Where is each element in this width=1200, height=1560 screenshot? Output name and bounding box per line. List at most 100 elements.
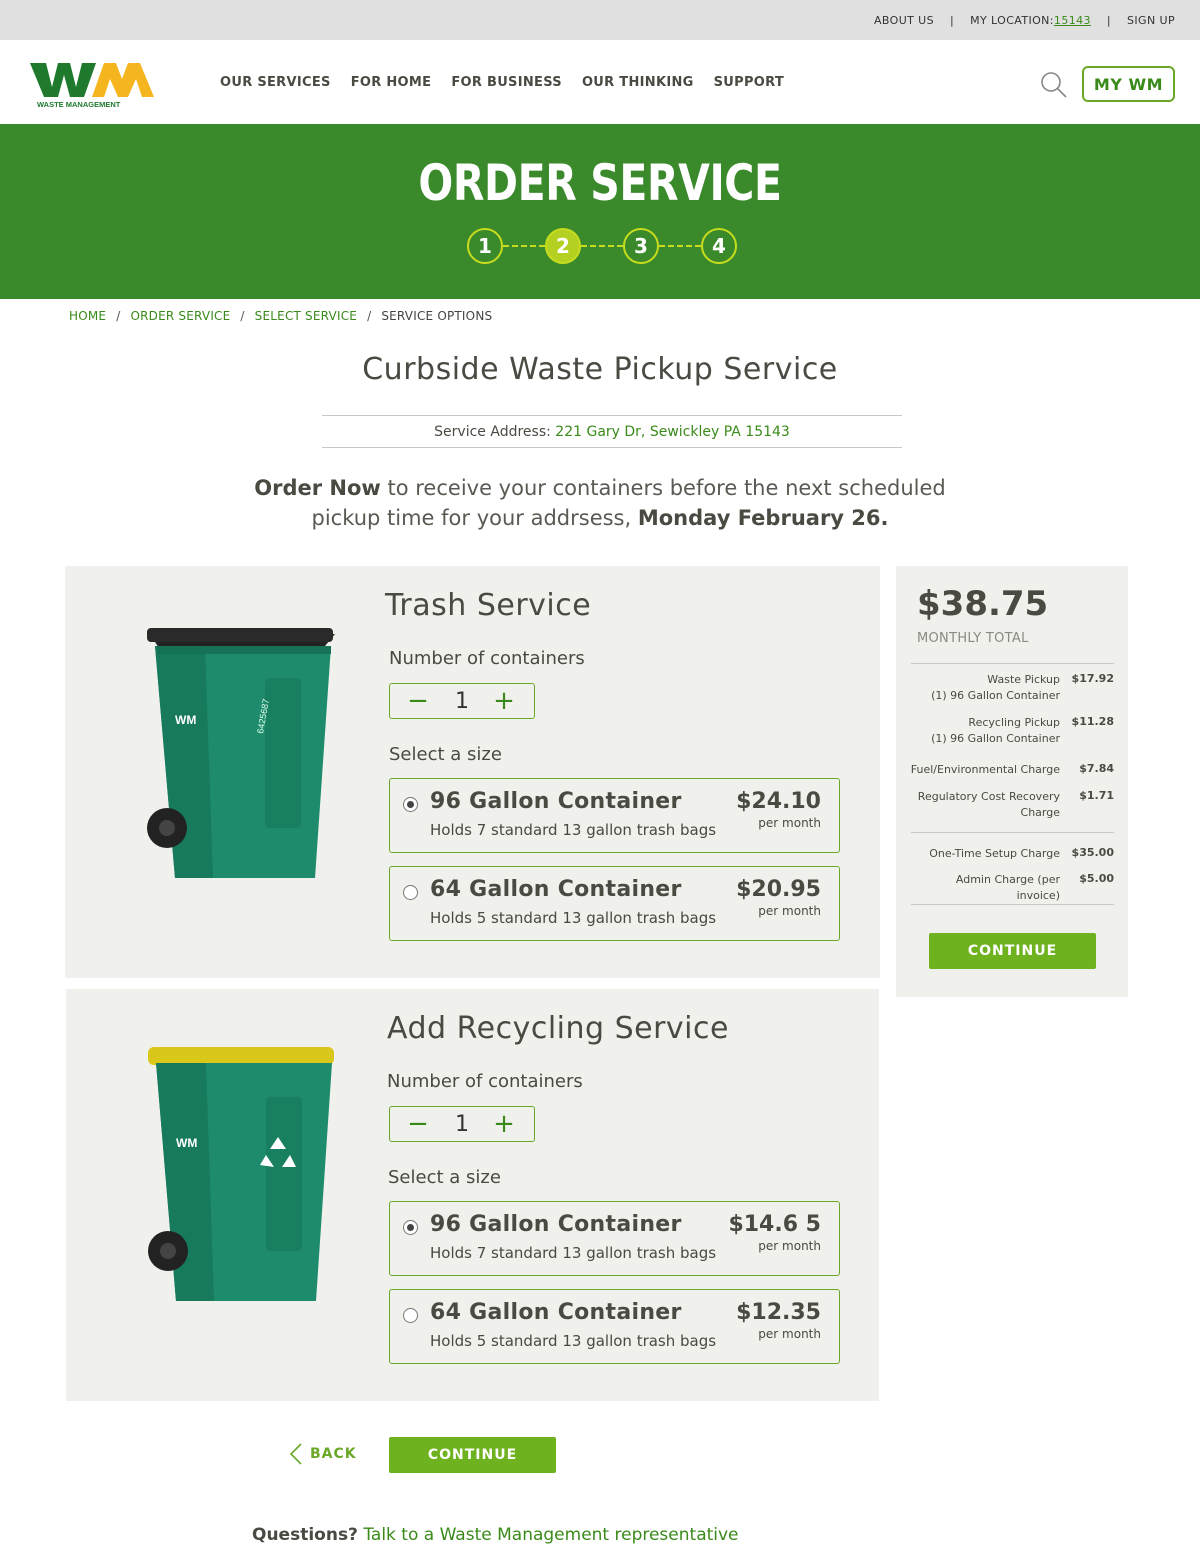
step-3: 3 bbox=[623, 228, 659, 264]
back-label: BACK bbox=[310, 1446, 357, 1462]
my-location-zip-link[interactable]: 15143 bbox=[1054, 14, 1091, 27]
my-wm-button[interactable]: MY WM bbox=[1082, 66, 1175, 102]
summary-continue-button[interactable]: CONTINUE bbox=[929, 933, 1096, 969]
line-item-admin-charge: Admin Charge (per invoice) $5.00 bbox=[906, 872, 1118, 902]
order-now-emphasis: Order Now bbox=[254, 476, 381, 500]
order-date: Monday February 26. bbox=[637, 506, 889, 530]
step-2-current: 2 bbox=[545, 228, 581, 264]
contact-representative-link[interactable]: Talk to a Waste Management representativ… bbox=[363, 1525, 738, 1545]
about-us-link[interactable]: ABOUT US bbox=[874, 14, 934, 27]
utility-links: ABOUT US | MY LOCATION: 15143 | SIGN UP bbox=[874, 14, 1175, 27]
page-heading: ORDER SERVICE bbox=[418, 154, 782, 212]
step-connector bbox=[581, 245, 623, 247]
breadcrumb-order-service[interactable]: ORDER SERVICE bbox=[130, 309, 230, 323]
wm-logo[interactable]: WASTE MANAGEMENT bbox=[30, 61, 160, 109]
line-item-amount: $11.28 bbox=[1071, 715, 1114, 728]
breadcrumb-current: SERVICE OPTIONS bbox=[381, 309, 493, 323]
radio-unselected[interactable] bbox=[403, 1308, 418, 1323]
nav-for-business[interactable]: FOR BUSINESS bbox=[451, 75, 562, 90]
order-note: Order Now to receive your containers bef… bbox=[200, 473, 1000, 533]
utility-separator: | bbox=[1106, 14, 1112, 27]
breadcrumb-select-service[interactable]: SELECT SERVICE bbox=[255, 309, 357, 323]
option-price: $24.10 bbox=[736, 789, 821, 814]
continue-button[interactable]: CONTINUE bbox=[389, 1437, 556, 1473]
order-note-text-2: pickup time for your addrsess, bbox=[311, 506, 632, 530]
line-item-amount: $17.92 bbox=[1071, 672, 1114, 685]
step-connector bbox=[503, 245, 545, 247]
line-item-label: Waste Pickup (1) 96 Gallon Container bbox=[931, 673, 1060, 702]
option-price-unit: per month bbox=[758, 1327, 821, 1341]
step-1[interactable]: 1 bbox=[467, 228, 503, 264]
recycling-quantity-value[interactable]: 1 bbox=[440, 1107, 484, 1141]
option-description: Holds 5 standard 13 gallon trash bags bbox=[430, 1332, 717, 1350]
line-item-fuel-charge: Fuel/Environmental Charge $7.84 bbox=[906, 762, 1118, 780]
divider bbox=[911, 904, 1114, 905]
breadcrumb: HOME / ORDER SERVICE / SELECT SERVICE / … bbox=[69, 309, 492, 323]
divider bbox=[911, 663, 1114, 664]
trash-cart-image: WM 6425687 bbox=[147, 628, 335, 878]
line-item-amount: $7.84 bbox=[1079, 762, 1114, 775]
questions-line: Questions? Talk to a Waste Management re… bbox=[252, 1525, 739, 1545]
step-4: 4 bbox=[701, 228, 737, 264]
order-banner: ORDER SERVICE 1 2 3 4 bbox=[0, 124, 1200, 299]
nav-support[interactable]: SUPPORT bbox=[714, 75, 784, 90]
radio-unselected[interactable] bbox=[403, 885, 418, 900]
trash-option-96-gallon[interactable]: 96 Gallon Container Holds 7 standard 13 … bbox=[389, 778, 840, 853]
chevron-left-icon bbox=[290, 1443, 302, 1465]
option-price: $20.95 bbox=[736, 877, 821, 902]
svg-text:WM: WM bbox=[176, 1136, 197, 1150]
option-price-unit: per month bbox=[758, 1239, 821, 1253]
recycling-cart-image: WM bbox=[148, 1047, 334, 1301]
monthly-total-label: MONTHLY TOTAL bbox=[917, 631, 1029, 646]
option-name: 96 Gallon Container bbox=[430, 1212, 682, 1237]
line-item-label: Regulatory Cost Recovery Charge bbox=[917, 790, 1060, 819]
step-indicator: 1 2 3 4 bbox=[467, 228, 739, 266]
option-name: 64 Gallon Container bbox=[430, 1300, 682, 1325]
trash-size-label: Select a size bbox=[389, 744, 502, 765]
order-note-text-1: to receive your containers before the ne… bbox=[387, 476, 946, 500]
utility-bar: ABOUT US | MY LOCATION: 15143 | SIGN UP bbox=[0, 0, 1200, 40]
trash-quantity-stepper: − 1 + bbox=[389, 683, 535, 719]
line-item-label: Recycling Pickup (1) 96 Gallon Container bbox=[931, 716, 1060, 745]
line-item-label: One-Time Setup Charge bbox=[929, 847, 1060, 860]
recycling-option-64-gallon[interactable]: 64 Gallon Container Holds 5 standard 13 … bbox=[389, 1289, 840, 1364]
trash-option-64-gallon[interactable]: 64 Gallon Container Holds 5 standard 13 … bbox=[389, 866, 840, 941]
service-title: Curbside Waste Pickup Service bbox=[362, 352, 838, 387]
questions-label: Questions? bbox=[252, 1525, 358, 1545]
breadcrumb-separator: / bbox=[240, 309, 245, 323]
search-icon[interactable] bbox=[1040, 71, 1068, 99]
recycling-increment-button[interactable]: + bbox=[484, 1107, 524, 1141]
divider bbox=[911, 832, 1114, 833]
recycling-size-label: Select a size bbox=[388, 1167, 501, 1188]
line-item-label: Admin Charge (per invoice) bbox=[955, 873, 1060, 902]
option-name: 64 Gallon Container bbox=[430, 877, 682, 902]
main-nav: OUR SERVICES FOR HOME FOR BUSINESS OUR T… bbox=[220, 75, 804, 90]
svg-text:WM: WM bbox=[175, 713, 196, 727]
trash-increment-button[interactable]: + bbox=[484, 684, 524, 718]
recycling-decrement-button[interactable]: − bbox=[398, 1107, 438, 1141]
radio-selected[interactable] bbox=[403, 797, 418, 812]
trash-quantity-value[interactable]: 1 bbox=[440, 684, 484, 718]
recycling-count-label: Number of containers bbox=[387, 1071, 583, 1092]
trash-decrement-button[interactable]: − bbox=[398, 684, 438, 718]
back-button[interactable]: BACK bbox=[290, 1443, 357, 1465]
line-item-recycling-pickup: Recycling Pickup (1) 96 Gallon Container … bbox=[906, 715, 1118, 749]
recycling-option-96-gallon[interactable]: 96 Gallon Container Holds 7 standard 13 … bbox=[389, 1201, 840, 1276]
line-item-amount: $35.00 bbox=[1071, 846, 1114, 859]
my-location-label: MY LOCATION: bbox=[970, 14, 1054, 27]
nav-for-home[interactable]: FOR HOME bbox=[351, 75, 432, 90]
breadcrumb-home[interactable]: HOME bbox=[69, 309, 106, 323]
breadcrumb-separator: / bbox=[116, 309, 121, 323]
option-price-unit: per month bbox=[758, 816, 821, 830]
address-label: Service Address: bbox=[434, 424, 551, 440]
step-connector bbox=[659, 245, 701, 247]
nav-our-thinking[interactable]: OUR THINKING bbox=[582, 75, 694, 90]
option-price-unit: per month bbox=[758, 904, 821, 918]
option-price: $14.6 5 bbox=[728, 1212, 821, 1237]
trash-service-title: Trash Service bbox=[385, 588, 592, 623]
sign-up-link[interactable]: SIGN UP bbox=[1127, 14, 1175, 27]
nav-our-services[interactable]: OUR SERVICES bbox=[220, 75, 331, 90]
monthly-total-amount: $38.75 bbox=[917, 584, 1049, 624]
radio-selected[interactable] bbox=[403, 1220, 418, 1235]
line-item-regulatory-charge: Regulatory Cost Recovery Charge $1.71 bbox=[906, 789, 1118, 823]
